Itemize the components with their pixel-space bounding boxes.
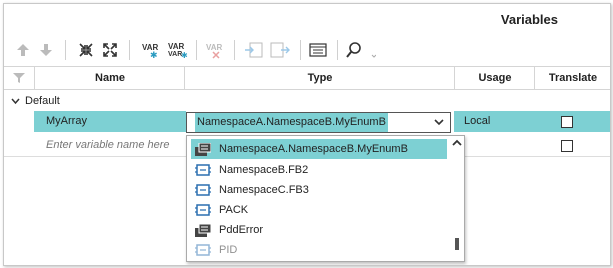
chevron-up-icon[interactable] [452, 138, 462, 151]
toolbar-separator [129, 40, 130, 60]
translate-cell [534, 135, 610, 156]
table-view-icon[interactable] [309, 41, 327, 59]
toolbar-separator [234, 40, 235, 60]
type-combobox[interactable]: NamespaceA.NamespaceB.MyEnumB [186, 112, 451, 133]
translate-cell [534, 111, 610, 132]
toolbar: VAR ✱ VAR VAR ✱ VAR [4, 34, 610, 66]
delete-variable-icon[interactable]: VAR [205, 41, 227, 59]
usage-cell[interactable]: Local [454, 111, 534, 132]
import-icon[interactable] [269, 41, 291, 59]
move-up-icon[interactable] [14, 41, 32, 59]
column-header-name[interactable]: Name [34, 67, 185, 89]
dropdown-scrollbar[interactable] [452, 138, 462, 256]
table-row[interactable]: MyArray NamespaceA.NamespaceB.MyEnumB Lo… [4, 111, 610, 133]
type-value: NamespaceA.NamespaceB.MyEnumB [195, 113, 388, 132]
column-header-type[interactable]: Type [184, 67, 455, 89]
variable-name: MyArray [46, 115, 87, 127]
svg-text:✱: ✱ [181, 51, 188, 59]
toolbar-separator [196, 40, 197, 60]
translate-checkbox[interactable] [561, 116, 573, 128]
filter-icon[interactable] [4, 67, 34, 89]
variables-panel: Variables VAR ✱ VAR VAR ✱ VAR Name Type … [3, 3, 611, 266]
collapse-all-icon[interactable] [77, 41, 95, 59]
toolbar-separator [65, 40, 66, 60]
add-variable-icon[interactable]: VAR ✱ [141, 41, 163, 59]
expand-all-icon[interactable] [101, 41, 119, 59]
dropdown-item[interactable]: PACK [191, 200, 447, 220]
name-cell[interactable]: Enter variable name here [34, 135, 184, 156]
variable-name-placeholder[interactable]: Enter variable name here [34, 139, 170, 151]
move-down-icon[interactable] [37, 41, 55, 59]
column-header-usage[interactable]: Usage [454, 67, 535, 89]
add-variable-below-icon[interactable]: VAR VAR ✱ [167, 41, 189, 59]
toolbar-separator [300, 40, 301, 60]
dropdown-item[interactable]: PddError [191, 220, 447, 240]
chevron-down-icon[interactable] [434, 113, 444, 135]
usage-value: Local [464, 115, 491, 127]
dropdown-item[interactable]: PID [191, 240, 447, 260]
function-block-icon [195, 244, 211, 264]
toolbar-separator [337, 40, 338, 60]
dropdown-item[interactable]: NamespaceA.NamespaceB.MyEnumB [191, 139, 447, 159]
svg-text:VAR: VAR [206, 43, 223, 52]
group-label: Default [25, 95, 60, 107]
panel-title: Variables [500, 12, 558, 27]
export-icon[interactable] [244, 41, 266, 59]
search-icon[interactable] [346, 41, 376, 59]
svg-text:✱: ✱ [150, 50, 158, 59]
name-cell[interactable]: MyArray [34, 111, 186, 132]
scrollbar-thumb[interactable] [455, 238, 459, 250]
translate-checkbox[interactable] [561, 140, 573, 152]
column-header-translate[interactable]: Translate [534, 67, 610, 89]
dropdown-item[interactable]: NamespaceB.FB2 [191, 160, 447, 180]
type-dropdown-list[interactable]: NamespaceA.NamespaceB.MyEnumB NamespaceB… [186, 135, 465, 262]
column-header-row: Name Type Usage Translate [4, 66, 610, 90]
dropdown-item[interactable]: NamespaceC.FB3 [191, 180, 447, 200]
svg-text:VAR: VAR [168, 42, 185, 51]
group-header[interactable]: Default [4, 91, 610, 111]
